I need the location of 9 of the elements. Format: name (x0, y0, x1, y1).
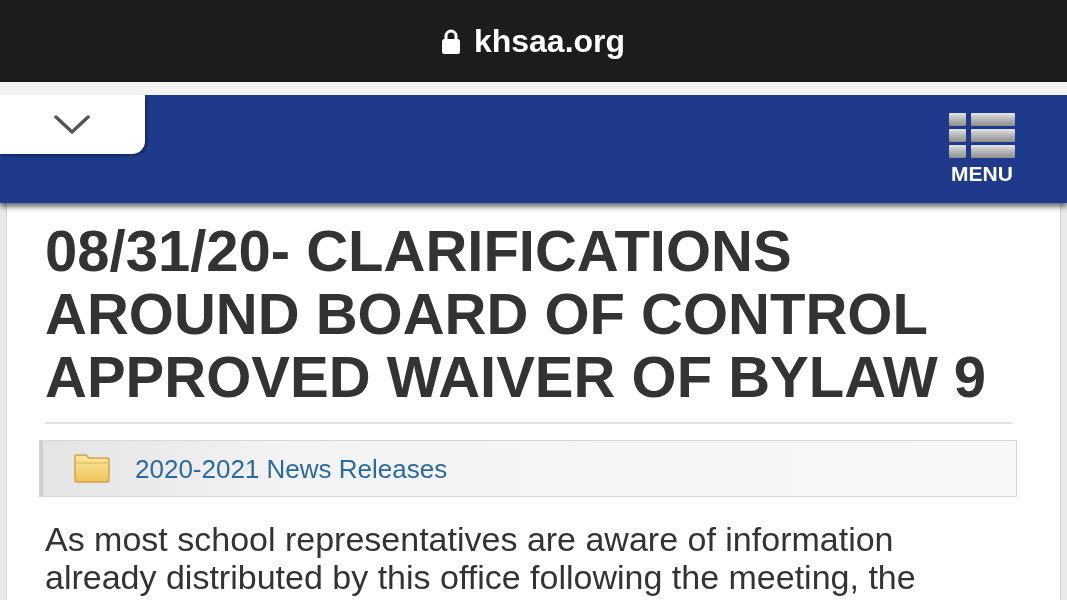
chevron-down-icon (53, 114, 90, 135)
dropdown-tab[interactable] (0, 95, 145, 154)
folder-icon (74, 454, 110, 483)
article-title: 08/31/20- CLARIFICATIONS AROUND BOARD OF CONTROL APPROVED WAIVER OF BYLAW 9 (45, 219, 1012, 424)
url-text: khsaa.org (473, 25, 626, 57)
article-text: As most school representatives are aware of information already distributed by this office following the meeting, the (45, 520, 917, 596)
menu-button[interactable]: MENU (949, 113, 1015, 184)
category-link[interactable]: 2020-2021 News Releases (135, 455, 448, 482)
menu-icon (949, 113, 1015, 158)
